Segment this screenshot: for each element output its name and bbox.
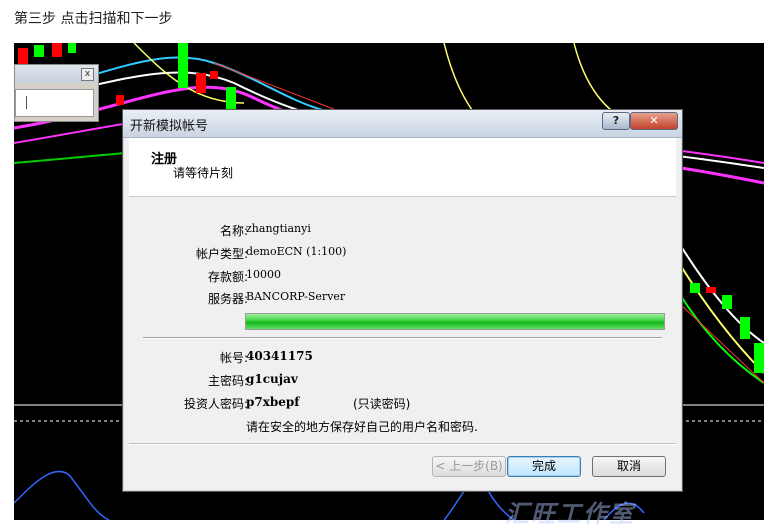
read-only-note: (只读密码) xyxy=(353,397,411,411)
deposit-value: 10000 xyxy=(246,268,281,281)
section-divider xyxy=(143,337,662,339)
step-caption: 第三步 点击扫描和下一步 xyxy=(14,11,173,27)
background-window-close-icon[interactable]: x xyxy=(81,68,94,81)
account-type-value: demoECN (1:100) xyxy=(246,245,347,258)
deposit-label: 存款额: xyxy=(207,270,248,284)
save-credentials-note: 请在安全的地方保存好自己的用户名和密码. xyxy=(246,420,478,434)
investor-password-row: 投资人密码: p7xbepf (只读密码) xyxy=(129,395,676,411)
studio-watermark: 汇旺工作室 xyxy=(505,500,635,528)
dialog-title: 开新模拟帐号 xyxy=(130,119,209,134)
account-type-label: 帐户类型: xyxy=(195,247,248,261)
name-label: 名称: xyxy=(219,224,248,238)
name-row: 名称: zhangtianyi xyxy=(129,222,676,238)
server-row: 服务器: BANCORP-Server xyxy=(129,290,676,306)
header-subtitle: 请等待片刻 xyxy=(173,166,234,180)
deposit-row: 存款额: 10000 xyxy=(129,268,676,284)
master-password-label: 主密码: xyxy=(207,374,248,388)
background-order-window: x xyxy=(14,64,99,122)
account-number-value[interactable]: 40341175 xyxy=(246,349,313,363)
investor-password-value[interactable]: p7xbepf xyxy=(246,395,299,409)
wizard-header: 注册 请等待片刻 xyxy=(129,138,676,197)
master-password-value[interactable]: g1cujav xyxy=(246,372,298,386)
account-number-label: 帐号: xyxy=(219,351,248,365)
finish-button[interactable]: 完成 xyxy=(507,456,581,477)
server-value: BANCORP-Server xyxy=(246,290,346,303)
cancel-button[interactable]: 取消 xyxy=(592,456,666,477)
footer-divider xyxy=(129,443,676,445)
progress-fill xyxy=(246,314,664,329)
server-label: 服务器: xyxy=(207,292,248,306)
back-button[interactable]: < 上一步(B) xyxy=(432,456,506,477)
open-demo-account-dialog: 开新模拟帐号 ? ✕ 注册 请等待片刻 名称: zhangtianyi 帐户类型… xyxy=(122,109,683,492)
investor-password-label: 投资人密码: xyxy=(183,397,248,411)
text-caret xyxy=(26,96,27,109)
account-number-row: 帐号: 40341175 xyxy=(129,349,676,365)
account-type-row: 帐户类型: demoECN (1:100) xyxy=(129,245,676,261)
help-button[interactable]: ? xyxy=(602,112,630,130)
master-password-row: 主密码: g1cujav xyxy=(129,372,676,388)
dialog-titlebar: 开新模拟帐号 ? ✕ xyxy=(123,110,682,138)
dialog-content: 注册 请等待片刻 名称: zhangtianyi 帐户类型: demoECN (… xyxy=(129,138,676,485)
registration-progress-bar xyxy=(245,313,665,330)
name-value: zhangtianyi xyxy=(246,222,311,235)
background-window-field xyxy=(15,89,94,117)
close-button[interactable]: ✕ xyxy=(630,112,678,130)
